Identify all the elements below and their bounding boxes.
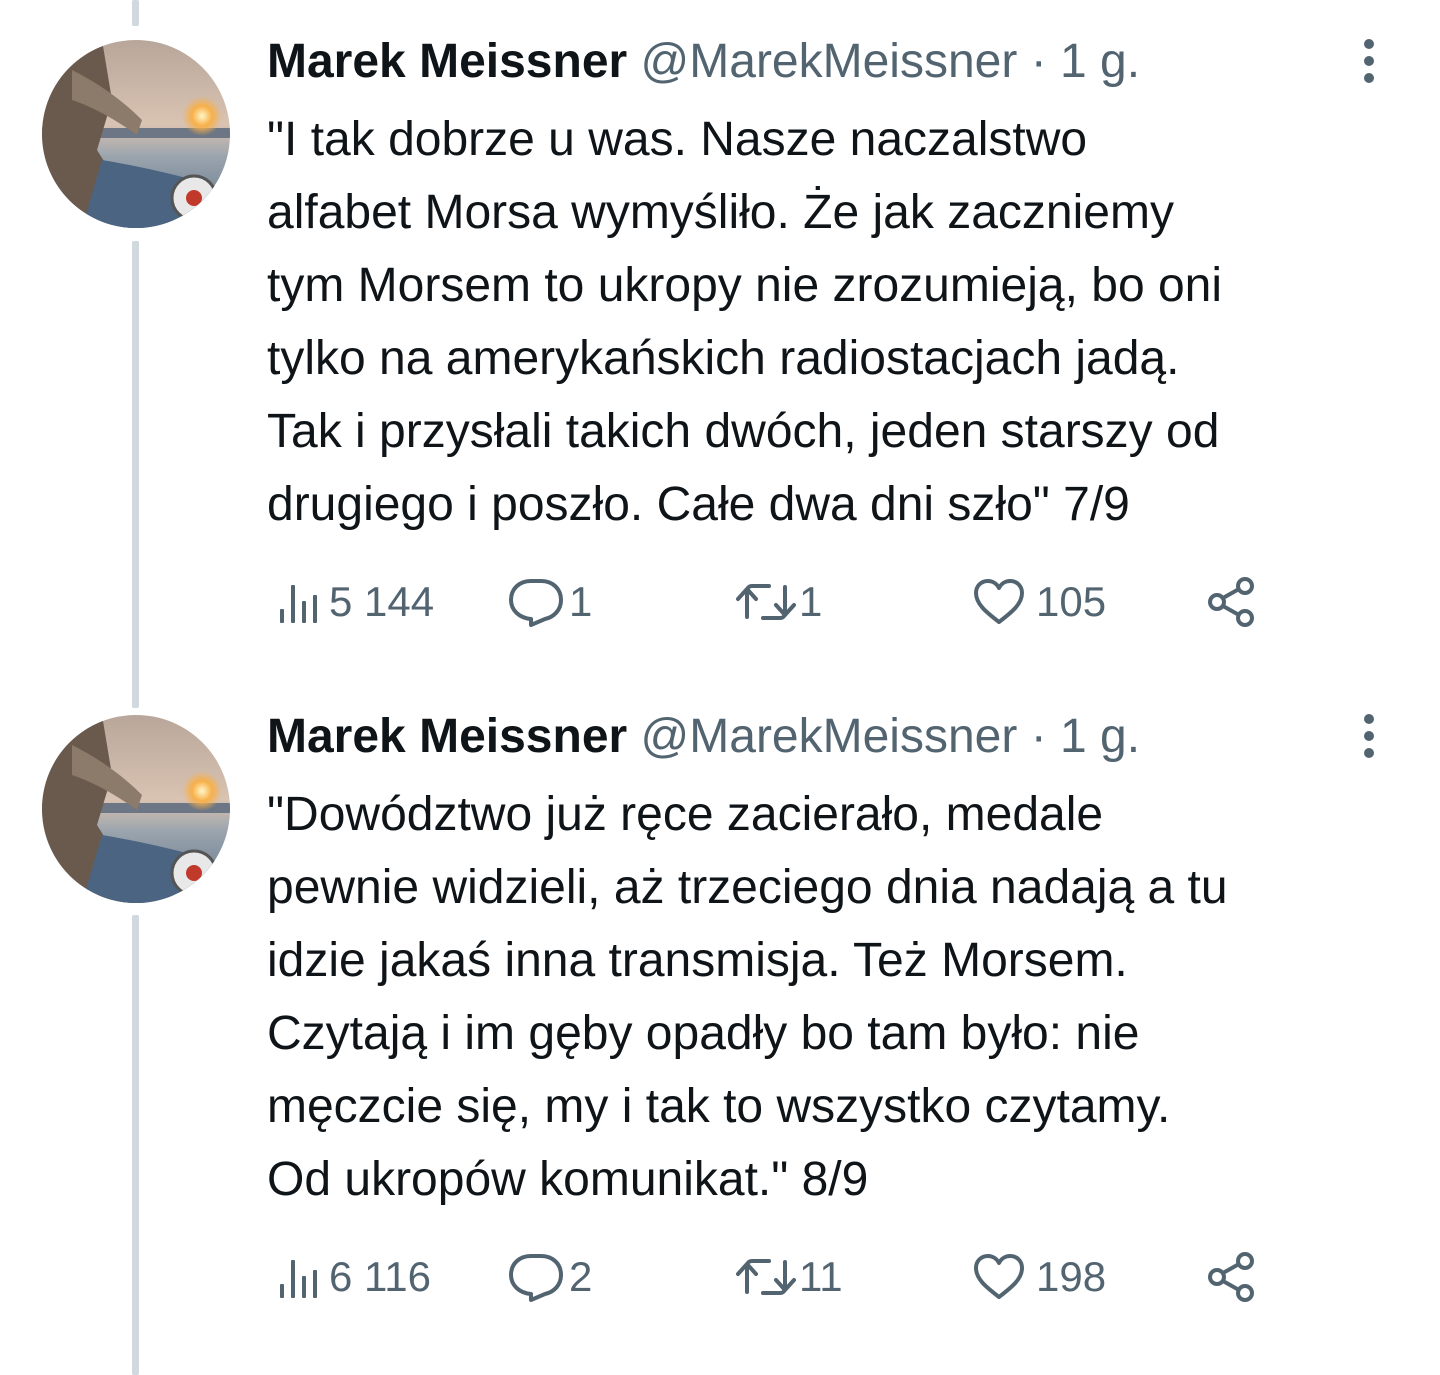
author-handle[interactable]: @MarekMeissner	[641, 710, 1018, 763]
tweet-text: "Dowództwo już ręce zacierało, medale pe…	[267, 778, 1387, 1216]
like-button[interactable]: 198	[972, 1247, 1106, 1307]
tweet-text-line: pewnie widzieli, aż trzeciego dnia nadaj…	[267, 861, 1228, 914]
thread-line-bottom	[132, 915, 139, 1375]
share-button[interactable]	[1205, 572, 1259, 632]
retweet-count: 1	[799, 578, 823, 625]
tweet-text-line: alfabet Morsa wymyśliło. Że jak zaczniem…	[267, 186, 1174, 239]
tweet-text: "I tak dobrze u was. Nasze naczalstwo al…	[267, 103, 1387, 541]
thread-line-top	[132, 0, 139, 26]
thread-line-middle	[132, 241, 139, 708]
share-button[interactable]	[1205, 1247, 1259, 1307]
analytics-icon	[277, 579, 323, 625]
tweet-text-line: Tak i przysłali takich dwóch, jeden star…	[267, 405, 1220, 458]
tweet-text-line: Czytają i im gęby opadły bo tam było: ni…	[267, 1007, 1140, 1060]
share-icon	[1205, 1250, 1259, 1304]
like-button[interactable]: 105	[972, 572, 1106, 632]
tweet-text-line: "I tak dobrze u was. Nasze naczalstwo	[267, 113, 1088, 166]
tweet-actions: 6 116 2 11 198	[267, 1247, 1267, 1307]
tweet-actions: 5 144 1 1 105	[267, 572, 1267, 632]
author-name[interactable]: Marek Meissner	[267, 710, 627, 763]
retweet-icon	[735, 579, 797, 625]
heart-icon	[972, 578, 1026, 626]
like-count: 198	[1036, 1253, 1107, 1300]
reply-icon	[507, 577, 565, 627]
views-count: 5 144	[329, 578, 435, 625]
tweet-text-line: męczcie się, my i tak to wszystko czytam…	[267, 1080, 1171, 1133]
retweet-icon	[735, 1254, 797, 1300]
tweet-text-line: tylko na amerykańskich radiostacjach jad…	[267, 332, 1180, 385]
avatar[interactable]	[42, 715, 230, 903]
analytics-icon	[277, 1254, 323, 1300]
share-icon	[1205, 575, 1259, 629]
like-count: 105	[1036, 578, 1107, 625]
reply-count: 2	[569, 1253, 593, 1300]
reply-button[interactable]: 2	[507, 1247, 592, 1307]
views-button[interactable]: 5 144	[277, 572, 434, 632]
timestamp[interactable]: 1 g.	[1060, 710, 1140, 763]
timestamp[interactable]: 1 g.	[1060, 35, 1140, 88]
avatar[interactable]	[42, 40, 230, 228]
views-button[interactable]: 6 116	[277, 1247, 431, 1307]
tweet-header: Marek Meissner @MarekMeissner · 1 g.	[267, 32, 1387, 92]
author-handle[interactable]: @MarekMeissner	[641, 35, 1018, 88]
timeline: Marek Meissner @MarekMeissner · 1 g. "I …	[0, 0, 1440, 1375]
more-vertical-icon[interactable]	[1354, 713, 1384, 759]
separator-dot: ·	[1030, 35, 1047, 88]
more-vertical-icon[interactable]	[1354, 38, 1384, 84]
tweet-text-line: "Dowództwo już ręce zacierało, medale	[267, 788, 1104, 841]
heart-icon	[972, 1253, 1026, 1301]
retweet-count: 11	[799, 1253, 843, 1300]
tweet-text-line: drugiego i poszło. Całe dwa dni szło" 7/…	[267, 478, 1130, 531]
reply-icon	[507, 1252, 565, 1302]
tweet-text-line: tym Morsem to ukropy nie zrozumieją, bo …	[267, 259, 1223, 312]
reply-button[interactable]: 1	[507, 572, 592, 632]
views-count: 6 116	[329, 1253, 431, 1300]
tweet-text-line: Od ukropów komunikat." 8/9	[267, 1153, 869, 1206]
retweet-button[interactable]: 11	[735, 1247, 843, 1307]
tweet-header: Marek Meissner @MarekMeissner · 1 g.	[267, 707, 1387, 767]
reply-count: 1	[569, 578, 593, 625]
retweet-button[interactable]: 1	[735, 572, 822, 632]
separator-dot: ·	[1030, 710, 1047, 763]
tweet-text-line: idzie jakaś inna transmisja. Też Morsem.	[267, 934, 1128, 987]
author-name[interactable]: Marek Meissner	[267, 35, 627, 88]
